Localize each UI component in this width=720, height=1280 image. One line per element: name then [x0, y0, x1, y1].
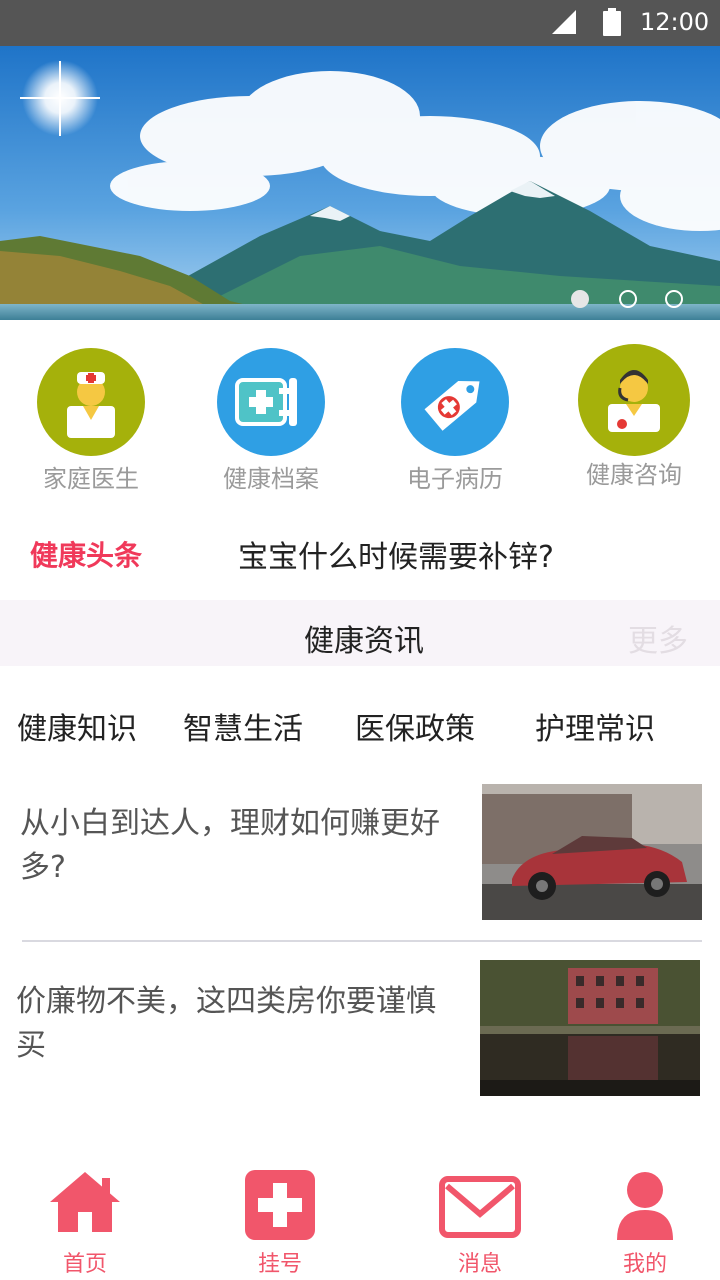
home-icon — [50, 1172, 120, 1232]
banner-landscape-image — [0, 46, 720, 320]
signal-icon — [552, 10, 576, 34]
nav-label: 首页 — [62, 1252, 107, 1277]
banner-dot-2[interactable] — [619, 290, 637, 308]
quick-item-medical-record[interactable]: 电子病历 — [375, 342, 535, 502]
status-bar: 12:00 — [0, 0, 720, 46]
article-item[interactable]: 价廉物不美，这四类房你要谨慎买 — [0, 960, 720, 1100]
plus-icon — [245, 1170, 315, 1240]
tab-health-knowledge[interactable]: 健康知识 — [17, 704, 137, 748]
quick-item-label: 电子病历 — [407, 465, 503, 493]
headline-tag: 健康头条 — [30, 539, 143, 572]
headline-text[interactable]: 宝宝什么时候需要补锌? — [238, 532, 554, 576]
section-title: 健康资讯 — [304, 624, 424, 659]
nav-messages[interactable]: 消息 — [390, 1160, 570, 1280]
more-link[interactable]: 更多 — [628, 616, 688, 660]
nav-label: 我的 — [622, 1252, 667, 1277]
quick-item-health-record[interactable]: 健康档案 — [191, 342, 351, 502]
quick-item-family-doctor[interactable]: 家庭医生 — [11, 342, 171, 502]
section-header: 健康资讯 更多 — [0, 600, 720, 666]
nav-home[interactable]: 首页 — [0, 1160, 175, 1280]
article-title: 从小白到达人，理财如何赚更好多? — [20, 806, 440, 885]
nav-label: 消息 — [457, 1252, 502, 1277]
tab-smart-life[interactable]: 智慧生活 — [183, 704, 303, 748]
mail-icon — [439, 1176, 521, 1238]
status-time: 12:00 — [640, 8, 710, 36]
quick-entries: 家庭医生 健康档案 电子病历 健康咨询 — [0, 320, 720, 500]
headline-ticker[interactable]: 健康头条 宝宝什么时候需要补锌? — [0, 520, 720, 584]
red-house-reflection-photo — [480, 960, 700, 1096]
banner-dot-3[interactable] — [665, 290, 683, 308]
category-tabs: 健康知识 智慧生活 医保政策 护理常识 — [0, 690, 720, 760]
health-consult-icon — [578, 344, 690, 456]
tab-nursing[interactable]: 护理常识 — [535, 704, 655, 748]
health-record-icon — [217, 348, 325, 456]
tab-medical-insurance[interactable]: 医保政策 — [355, 704, 475, 748]
user-icon — [617, 1172, 673, 1240]
quick-item-health-consult[interactable]: 健康咨询 — [554, 342, 714, 502]
banner-dot-1[interactable] — [571, 290, 589, 308]
bottom-nav: 首页 挂号 消息 我的 — [0, 1160, 720, 1280]
nav-label: 挂号 — [257, 1252, 302, 1277]
quick-item-label: 家庭医生 — [43, 465, 139, 493]
quick-item-label: 健康档案 — [223, 465, 319, 493]
article-title: 价廉物不美，这四类房你要谨慎买 — [16, 984, 436, 1063]
medical-record-tag-icon — [401, 348, 509, 456]
banner-carousel[interactable] — [0, 46, 720, 320]
battery-icon — [603, 8, 621, 36]
nav-profile[interactable]: 我的 — [555, 1160, 720, 1280]
family-doctor-icon — [37, 348, 145, 456]
quick-item-label: 健康咨询 — [586, 461, 682, 489]
article-item[interactable]: 从小白到达人，理财如何赚更好多? — [0, 782, 720, 942]
article-divider — [22, 940, 702, 942]
red-car-photo — [482, 784, 702, 920]
nav-register[interactable]: 挂号 — [190, 1160, 370, 1280]
